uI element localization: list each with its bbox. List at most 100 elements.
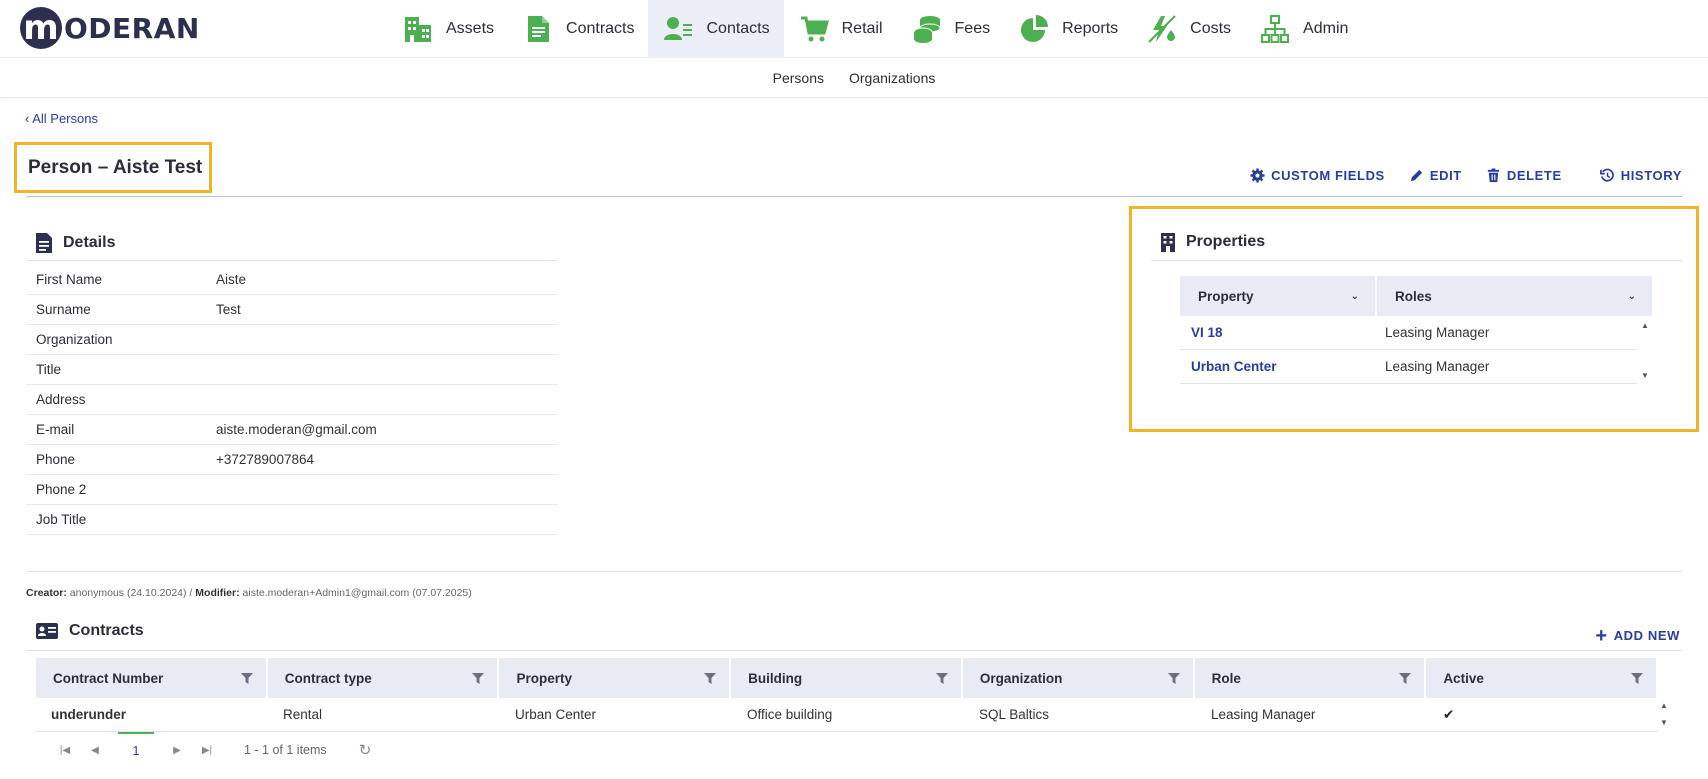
nav-label: Reports (1062, 20, 1119, 37)
detail-value: +372789007864 (216, 452, 314, 467)
page-actions: CUSTOM FIELDS EDIT DELETE HISTORY (1250, 168, 1682, 183)
last-page-icon[interactable]: ▶| (192, 745, 222, 756)
column-label: Contract Number (53, 670, 164, 686)
edit-label: EDIT (1429, 168, 1462, 183)
nav-item-fees[interactable]: Fees (897, 0, 1005, 58)
nav-label: Contacts (706, 20, 770, 37)
filter-icon[interactable] (240, 671, 254, 685)
property-link[interactable]: VI 18 (1180, 325, 1377, 340)
nav-item-assets[interactable]: Assets (388, 0, 508, 58)
filter-icon[interactable] (471, 671, 485, 685)
detail-label: Phone (36, 452, 76, 467)
building-cell: Office building (747, 707, 833, 722)
filter-icon[interactable] (1630, 671, 1644, 685)
breadcrumb-all-persons[interactable]: ‹ All Persons (25, 111, 98, 126)
detail-label: E-mail (36, 422, 75, 437)
nav-item-costs[interactable]: Costs (1132, 0, 1245, 58)
nav-item-admin[interactable]: Admin (1245, 0, 1362, 58)
filter-icon[interactable] (1167, 671, 1181, 685)
next-page-icon[interactable]: ▶ (162, 745, 192, 756)
custom-fields-label: CUSTOM FIELDS (1271, 168, 1385, 183)
column-header-contract-type[interactable]: Contract type (267, 658, 498, 698)
scroll-down-arrow[interactable]: ▼ (1641, 371, 1653, 380)
contracts-title: Contracts (69, 622, 144, 639)
chevron-down-icon: ⌄ (1350, 290, 1359, 302)
audit-info: Creator: anonymous (24.10.2024) / Modifi… (26, 587, 472, 599)
column-header-building[interactable]: Building (731, 658, 961, 698)
add-new-button[interactable]: + ADD NEW (1595, 626, 1680, 646)
column-header-contract-number[interactable]: Contract Number (36, 658, 266, 698)
column-label: Organization (979, 670, 1063, 686)
nav-item-retail[interactable]: Retail (784, 0, 897, 58)
column-label: Contract type (284, 670, 372, 686)
refresh-icon[interactable]: ↻ (359, 741, 372, 759)
edit-button[interactable]: EDIT (1409, 168, 1462, 183)
detail-row-title: Title (26, 355, 558, 385)
scroll-up-arrow[interactable]: ▲ (1660, 701, 1672, 710)
coins-icon (911, 13, 943, 45)
organization-link[interactable]: SQL Baltics (964, 707, 1196, 722)
column-header-active[interactable]: Active (1426, 658, 1657, 698)
gear-icon (1250, 168, 1265, 183)
column-label: Role (1211, 670, 1241, 686)
page-number-button[interactable]: 1 (118, 732, 154, 768)
detail-row-phone-2: Phone 2 (26, 475, 558, 505)
pie-chart-icon (1018, 13, 1050, 45)
history-label: HISTORY (1620, 168, 1682, 183)
pencil-icon (1410, 169, 1422, 182)
detail-label: Title (36, 362, 62, 377)
role-cell: Leasing Manager (1211, 707, 1316, 722)
top-navigation-bar: m ODERAN Assets Contracts Contacts Retai… (0, 0, 1708, 58)
subnav-organizations[interactable]: Organizations (849, 70, 935, 86)
filter-icon[interactable] (1398, 671, 1412, 685)
properties-table: Property ⌄ Roles ⌄ VI 18 Leasing Manager… (1180, 276, 1652, 384)
scroll-up-arrow[interactable]: ▲ (1641, 321, 1653, 330)
contracts-divider (26, 650, 1682, 651)
nav-item-reports[interactable]: Reports (1004, 0, 1132, 58)
first-page-icon[interactable]: |◀ (50, 745, 80, 756)
trash-icon (1487, 168, 1499, 183)
detail-row-surname: Surname Test (26, 295, 558, 325)
column-header-property[interactable]: Property ⌄ (1180, 276, 1375, 316)
nav-item-contracts[interactable]: Contracts (508, 0, 648, 58)
column-label: Property (1198, 288, 1254, 304)
email-link[interactable]: aiste.moderan@gmail.com (216, 422, 377, 437)
column-header-roles[interactable]: Roles ⌄ (1375, 276, 1652, 316)
custom-fields-button[interactable]: CUSTOM FIELDS (1250, 168, 1385, 183)
detail-row-first-name: First Name Aiste (26, 265, 558, 295)
nav-label: Costs (1190, 20, 1232, 37)
column-header-organization[interactable]: Organization (962, 658, 1193, 698)
property-link[interactable]: Urban Center (1180, 359, 1377, 374)
detail-label: Job Title (36, 512, 87, 527)
delete-button[interactable]: DELETE (1486, 168, 1562, 183)
filter-icon[interactable] (703, 671, 717, 685)
previous-page-icon[interactable]: ◀ (80, 745, 110, 756)
nav-label: Contracts (566, 20, 635, 37)
scroll-down-arrow[interactable]: ▼ (1660, 718, 1672, 727)
sub-navigation: Persons Organizations (0, 58, 1708, 98)
moderan-logo[interactable]: m ODERAN (20, 6, 200, 50)
role-cell: Leasing Manager (1385, 359, 1490, 374)
contract-type-cell: Rental (283, 707, 323, 722)
contract-number-link[interactable]: underunder (36, 707, 268, 722)
detail-row-phone: Phone +372789007864 (26, 445, 558, 475)
nav-label: Assets (446, 20, 495, 37)
title-divider (26, 196, 1682, 197)
section-divider (26, 571, 1682, 572)
subnav-persons[interactable]: Persons (773, 70, 824, 86)
contact-card-icon (662, 13, 694, 45)
column-header-property[interactable]: Property (499, 658, 730, 698)
nav-item-contacts[interactable]: Contacts (648, 0, 784, 58)
nav-label: Retail (841, 20, 883, 37)
logo-mark: m (20, 7, 62, 49)
history-button[interactable]: HISTORY (1599, 168, 1682, 183)
details-divider (26, 260, 558, 261)
properties-table-header: Property ⌄ Roles ⌄ (1180, 276, 1652, 316)
detail-value: Aiste (216, 272, 247, 287)
properties-divider (1151, 260, 1683, 261)
detail-value: Test (216, 302, 241, 317)
column-header-role[interactable]: Role (1194, 658, 1425, 698)
filter-icon[interactable] (935, 671, 949, 685)
nav-label: Fees (954, 20, 991, 37)
detail-label: Phone 2 (36, 482, 87, 497)
